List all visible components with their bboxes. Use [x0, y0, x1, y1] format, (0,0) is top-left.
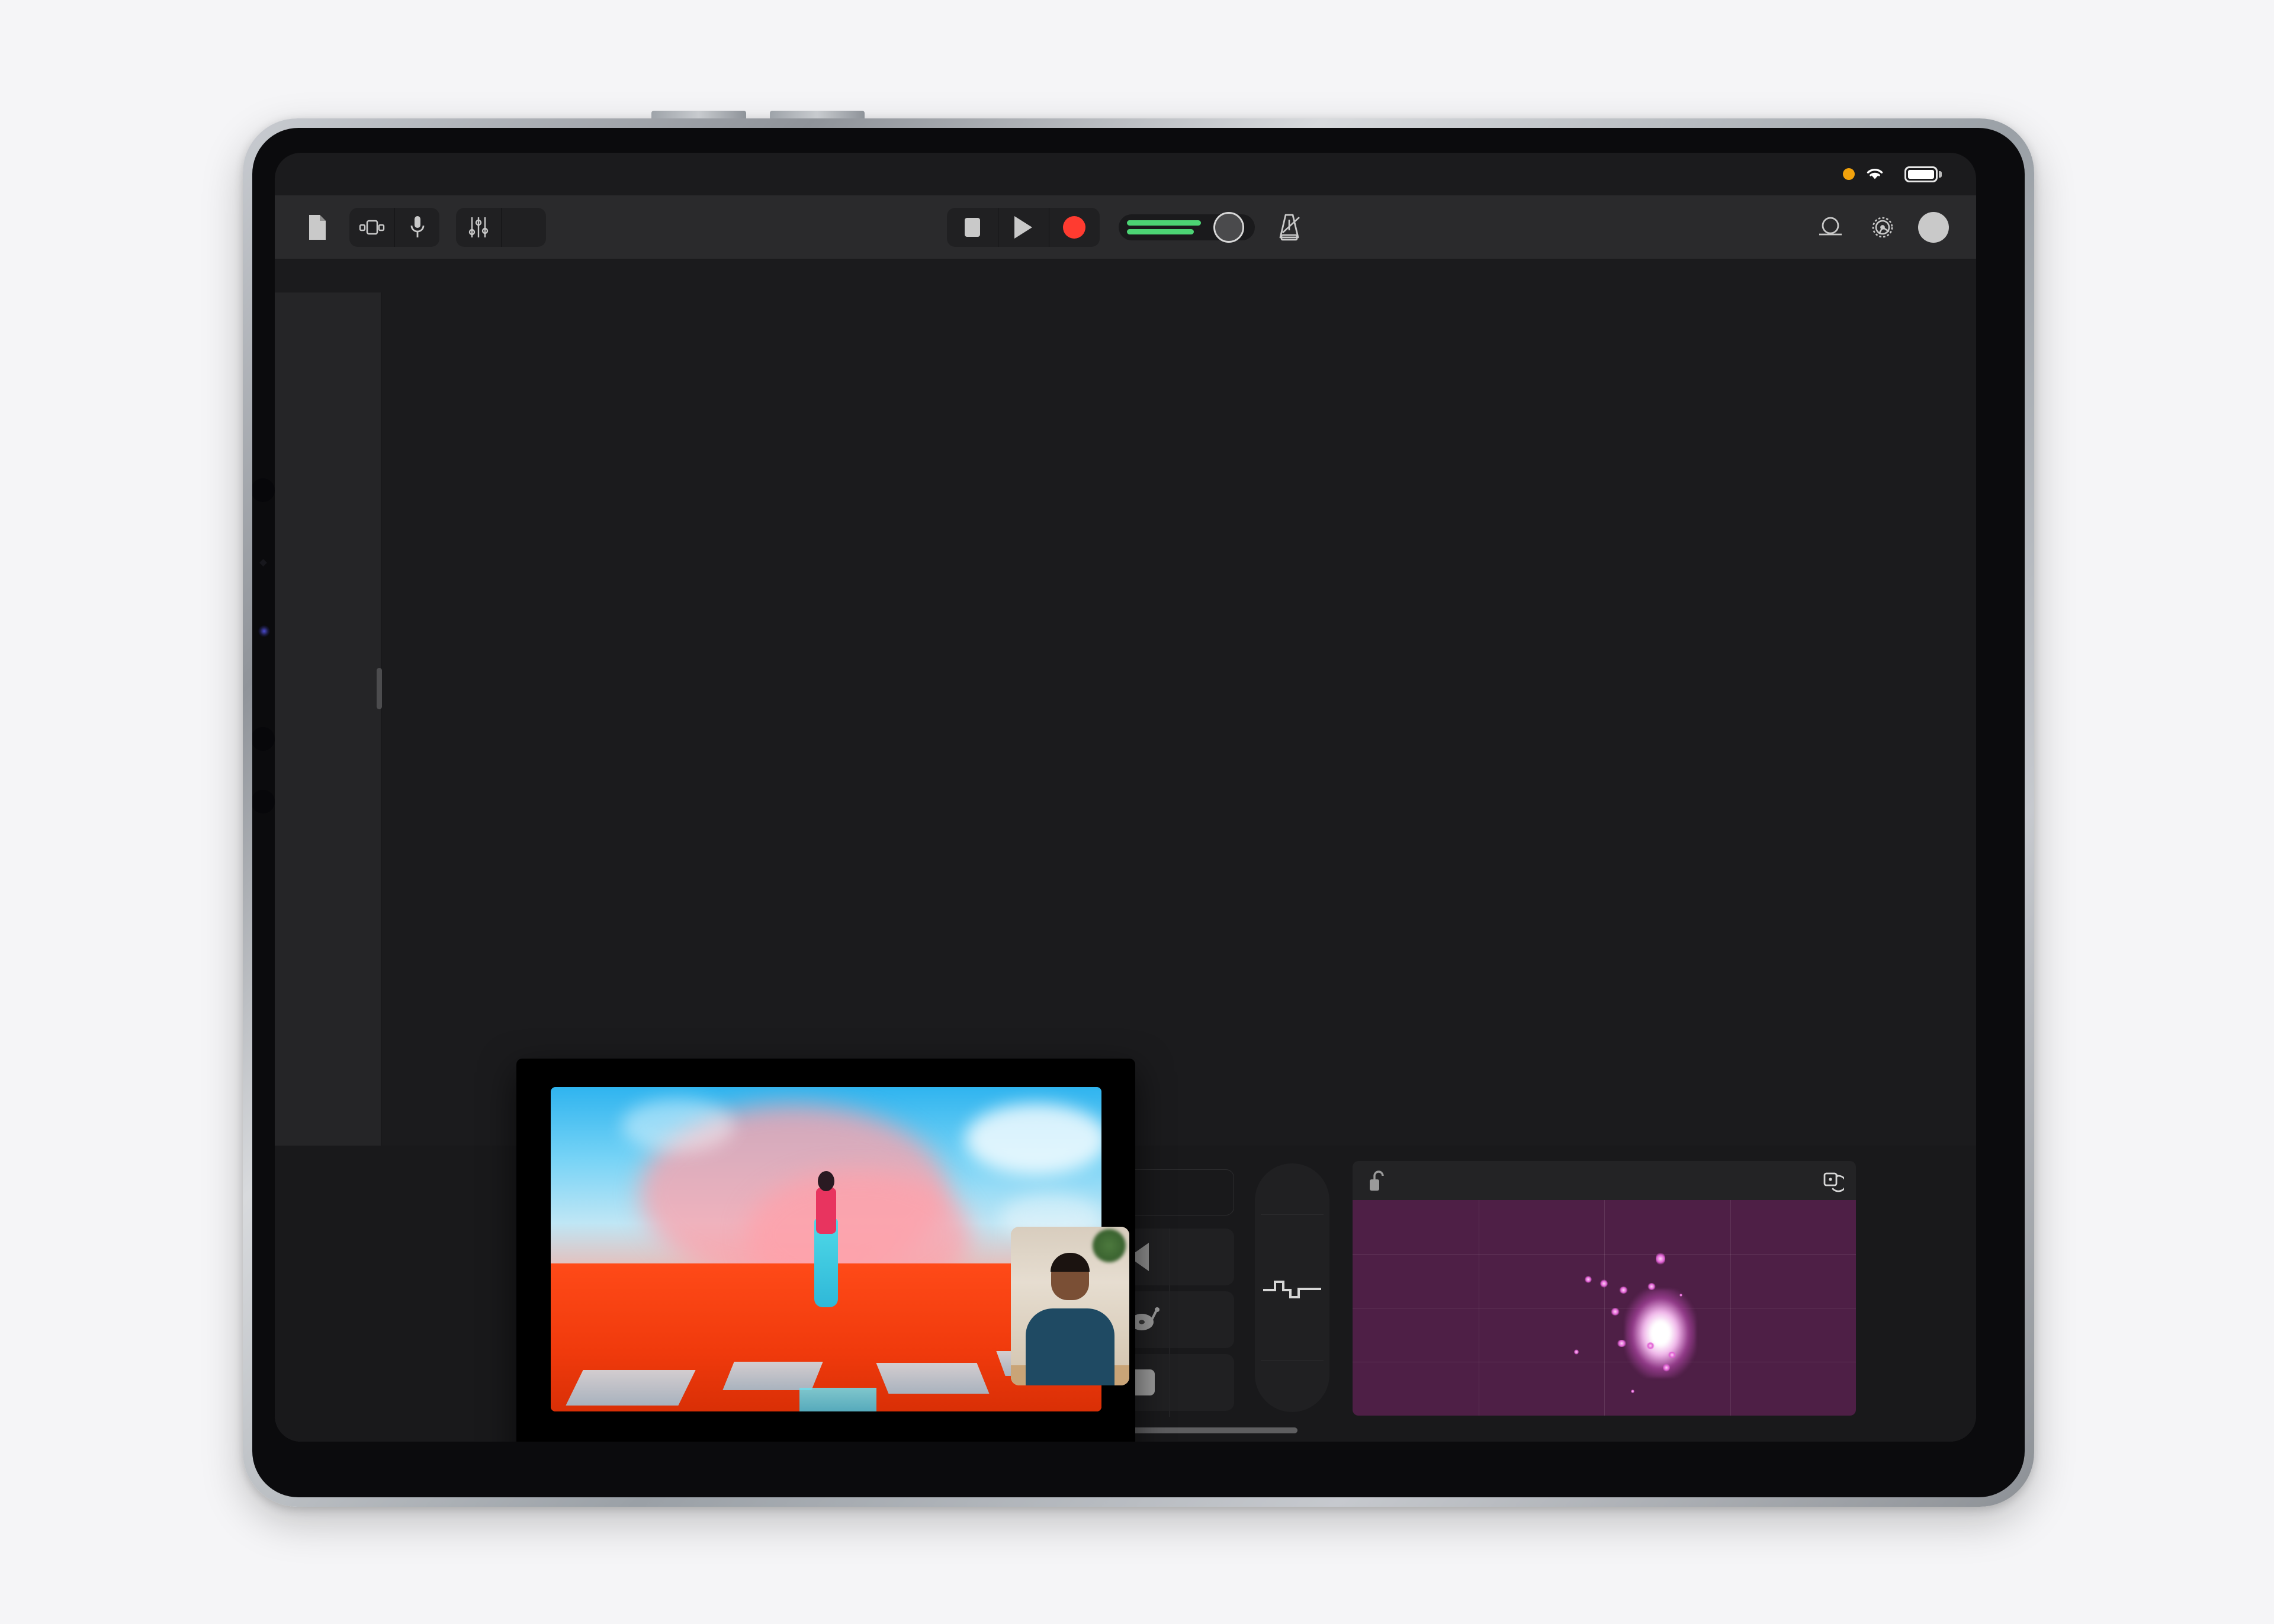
shareplay-video-window[interactable] [516, 1059, 1135, 1442]
unlock-icon[interactable] [1353, 1169, 1400, 1192]
view-toggle-group [349, 207, 439, 247]
microphone-active-indicator [1843, 168, 1855, 180]
camera-sensor [252, 790, 275, 813]
camera-sensor [252, 727, 275, 751]
reverb-header [1353, 1161, 1856, 1200]
reverb-xy-pad[interactable] [1353, 1200, 1856, 1416]
front-camera [258, 625, 270, 637]
master-level-meter[interactable] [1118, 211, 1255, 243]
record-button[interactable] [1048, 207, 1100, 247]
fx-toggle-group [456, 207, 546, 247]
volume-down-button[interactable] [770, 111, 865, 118]
document-icon[interactable] [302, 212, 333, 243]
reverb-module [1353, 1161, 1856, 1416]
ipad-screen [275, 153, 1976, 1442]
waveform-filter-icon [1263, 1281, 1321, 1298]
mixer-sliders-icon[interactable] [456, 208, 501, 247]
section-bar [381, 597, 1976, 671]
battery-icon [1904, 166, 1942, 182]
status-bar [275, 153, 1976, 195]
airplay-icon[interactable] [349, 208, 394, 247]
sensor-dot [259, 559, 267, 567]
filter-slider[interactable] [1255, 1163, 1329, 1412]
flip-card-icon[interactable] [1809, 1169, 1856, 1192]
camera-sensor [252, 478, 275, 502]
vertical-scrollbar[interactable] [377, 668, 382, 709]
device-bezel [252, 128, 2025, 1497]
wifi-icon [1867, 169, 1883, 179]
stop-button[interactable] [947, 208, 998, 247]
volume-up-button[interactable] [651, 111, 746, 118]
reverb-value-glow [1625, 1289, 1696, 1378]
loop-icon[interactable] [1816, 212, 1847, 243]
fx-button[interactable] [501, 207, 546, 247]
microphone-icon[interactable] [394, 207, 439, 247]
ipad-device [243, 111, 2034, 1507]
settings-gear-icon[interactable] [1867, 212, 1898, 243]
participant-pip-video[interactable] [1011, 1227, 1129, 1385]
play-button[interactable] [997, 207, 1049, 247]
help-button[interactable] [1918, 211, 1949, 243]
metronome-icon[interactable] [1274, 212, 1305, 243]
volume-knob[interactable] [1213, 211, 1244, 243]
app-toolbar [275, 195, 1976, 259]
transport-controls [946, 207, 1100, 247]
